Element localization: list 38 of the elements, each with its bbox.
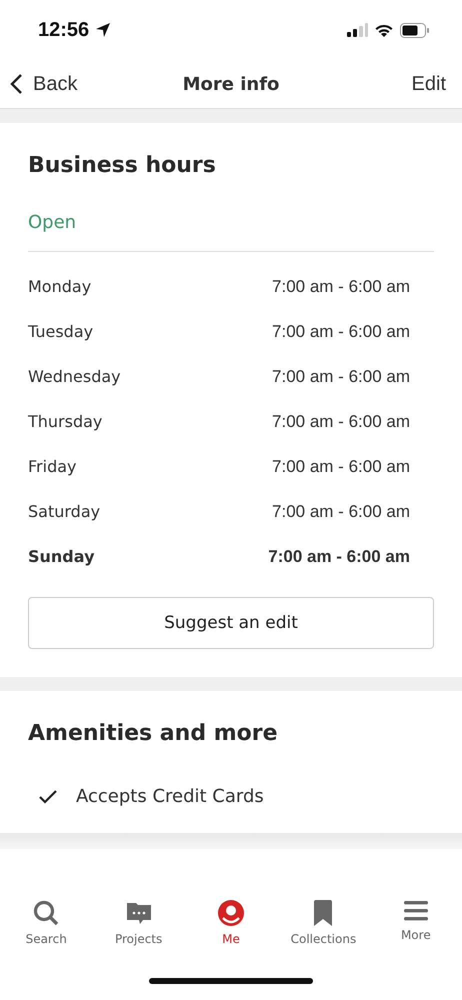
search-icon: [33, 900, 60, 926]
day-label: Friday: [28, 457, 78, 476]
folder-chat-icon: [126, 900, 152, 926]
profile-icon: [218, 900, 244, 926]
battery-icon: [400, 22, 430, 38]
hours-text: 7:00 am - 6:00 am: [272, 456, 410, 476]
hours-text: 7:00 am - 6:00 am: [272, 502, 410, 522]
back-button[interactable]: Back: [10, 72, 78, 96]
bookmark-icon: [313, 900, 334, 926]
menu-icon: [404, 900, 428, 922]
day-label: Wednesday: [28, 367, 122, 386]
tab-bar-item[interactable]: Me: [184, 900, 278, 962]
signal-icon: [346, 23, 368, 37]
tab-bar-item[interactable]: More: [370, 900, 462, 962]
tab-bar-item[interactable]: Search: [0, 900, 92, 962]
screen-title: More info: [182, 74, 280, 94]
edit-button[interactable]: Edit: [412, 72, 446, 96]
day-label: Monday: [28, 277, 92, 296]
location-arrow-icon: [95, 22, 112, 38]
day-label: Tuesday: [28, 322, 94, 341]
suggest-edit-button[interactable]: Suggest an edit: [28, 597, 434, 649]
tab-bar-item[interactable]: Projects: [92, 900, 185, 962]
day-label: Saturday: [28, 502, 102, 521]
hours-text: 7:00 am - 6:00 am: [272, 322, 410, 342]
status-time: 12:56: [38, 18, 90, 42]
day-label: Thursday: [28, 412, 104, 431]
chevron-left-icon: [10, 73, 23, 95]
wifi-icon: [374, 22, 394, 38]
hours-text: 7:00 am - 6:00 am: [268, 546, 410, 566]
hours-text: 7:00 am - 6:00 am: [272, 366, 410, 386]
tab-bar-item[interactable]: Collections: [277, 900, 370, 962]
amenity-label: Accepts Credit Cards: [76, 786, 264, 807]
section-title: Business hours: [28, 153, 217, 178]
hours-text: 7:00 am - 6:00 am: [272, 276, 410, 296]
open-status: Open: [28, 212, 434, 252]
section-title: Amenities and more: [28, 721, 279, 746]
hours-text: 7:00 am - 6:00 am: [272, 412, 410, 432]
day-label: Sunday: [28, 547, 96, 566]
